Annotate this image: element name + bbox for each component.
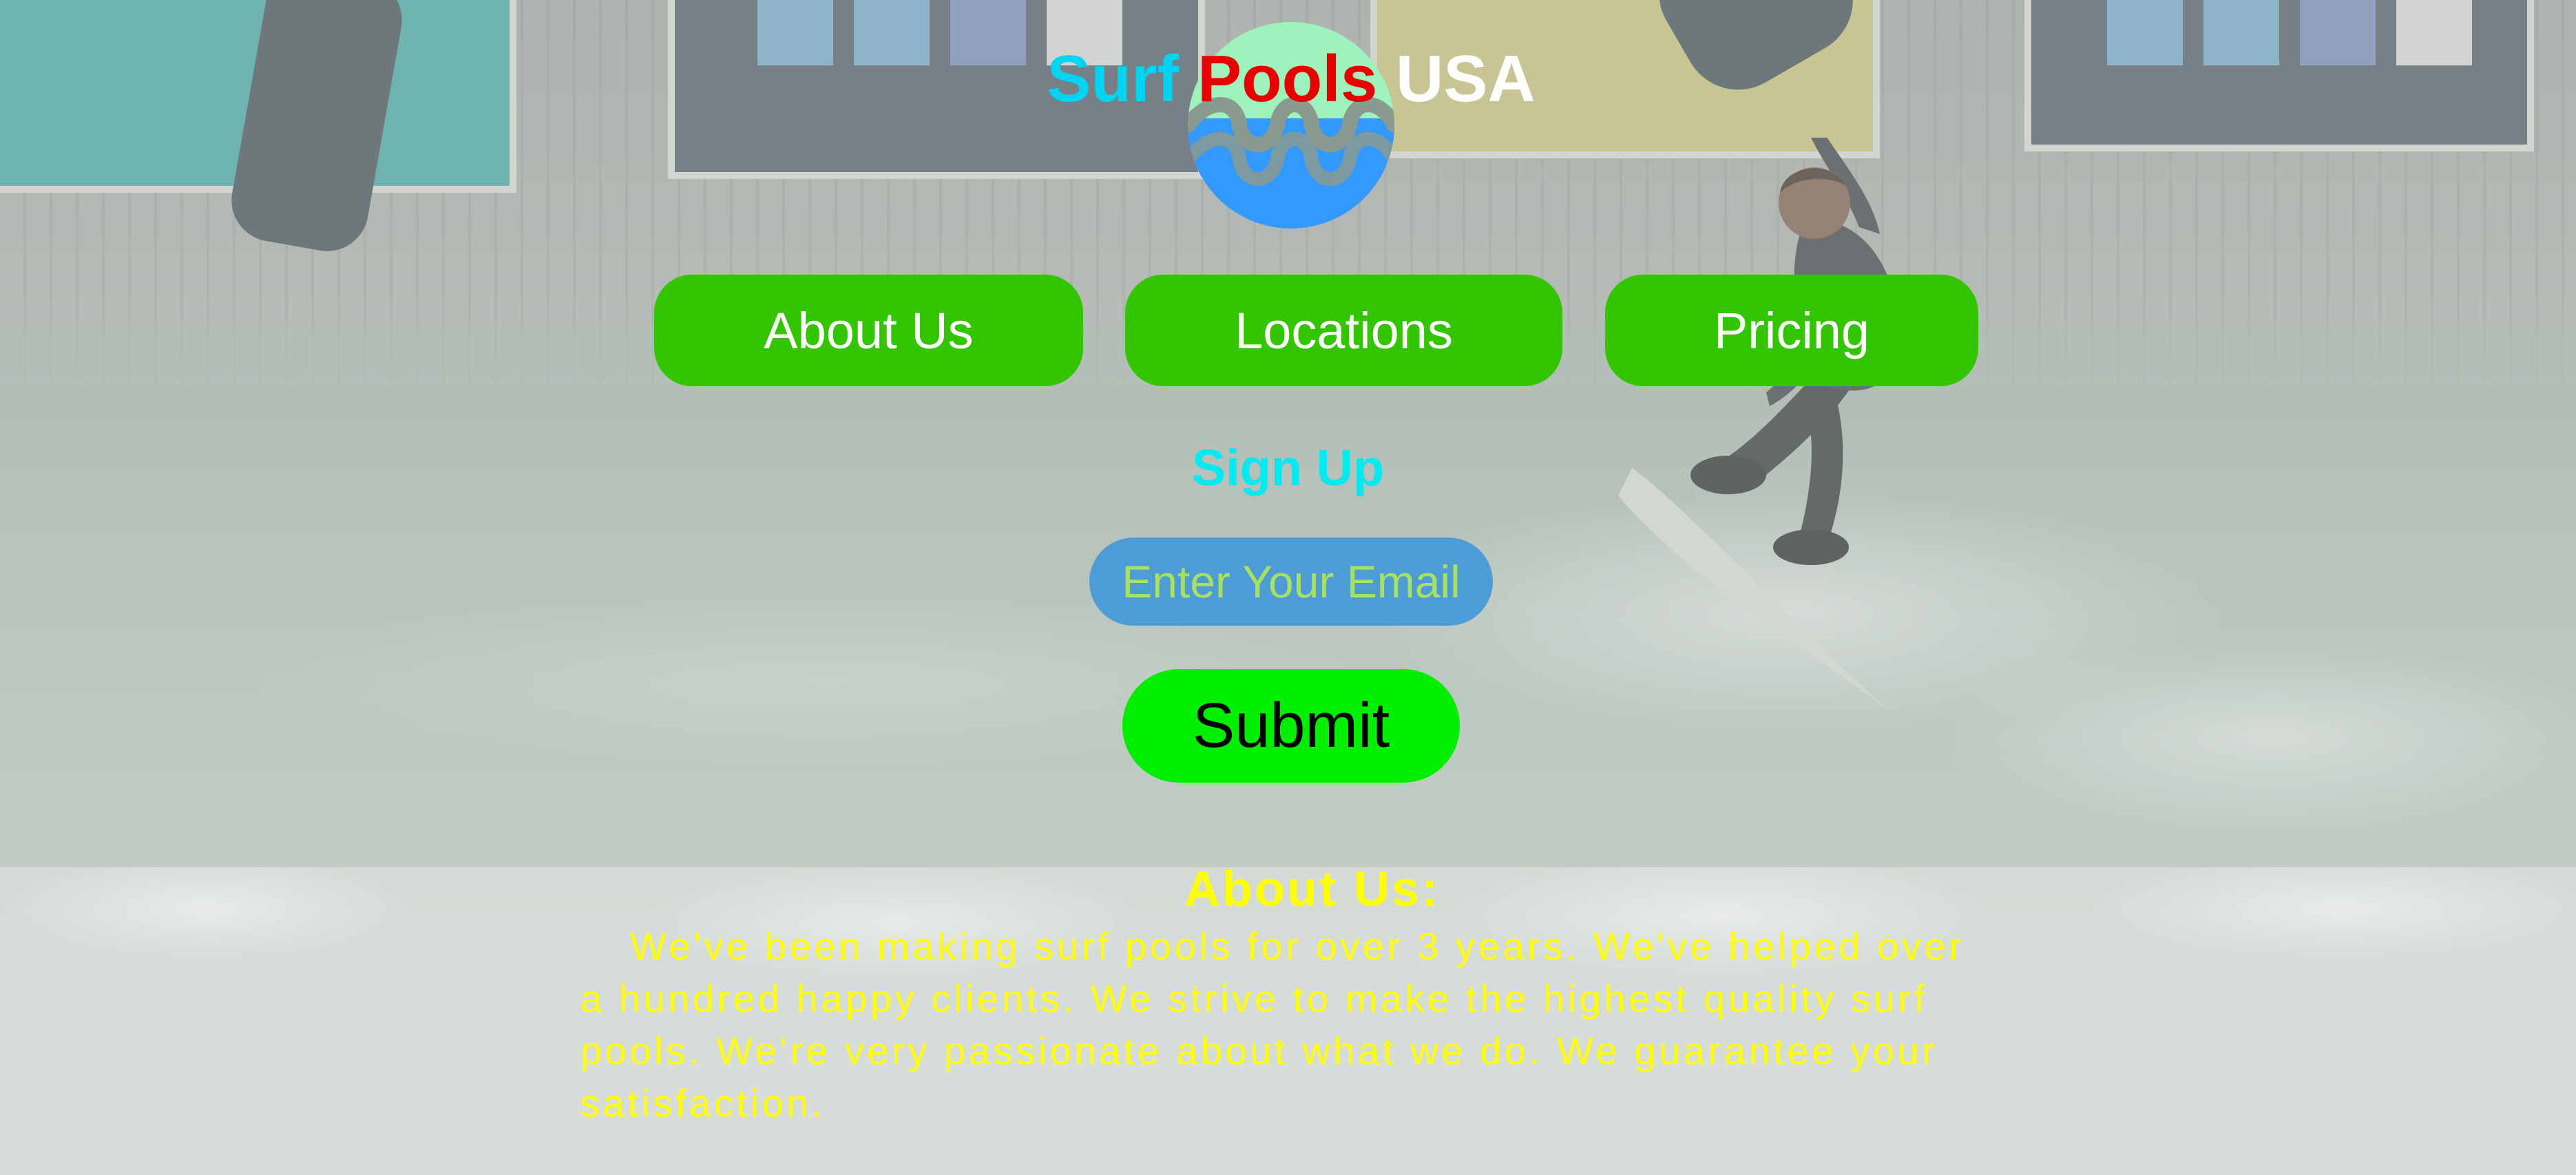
logo-word-usa: USA	[1396, 42, 1536, 116]
logo-title: Surf Pools USA	[1040, 41, 1542, 117]
main-nav: About Us Locations Pricing	[0, 275, 2576, 386]
about-body-text: We've been making surf pools for over 3 …	[580, 924, 1965, 1125]
email-input[interactable]	[1089, 538, 1493, 626]
submit-button[interactable]: Submit	[1122, 669, 1460, 783]
logo-word-surf: Surf	[1047, 42, 1180, 116]
nav-locations-button[interactable]: Locations	[1125, 275, 1562, 386]
signup-heading: Sign Up	[1191, 439, 1385, 496]
about-heading: About Us:	[1184, 862, 1440, 917]
site-logo[interactable]: Surf Pools USA	[1040, 22, 1542, 234]
nav-about-us-button[interactable]: About Us	[654, 275, 1083, 386]
logo-word-pools: Pools	[1197, 42, 1378, 116]
nav-pricing-button[interactable]: Pricing	[1605, 275, 1978, 386]
